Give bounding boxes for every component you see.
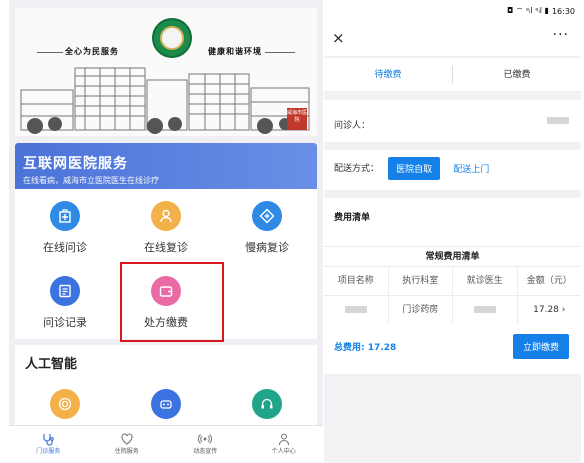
table-header: 执行科室 xyxy=(389,267,453,295)
doctor-name-redacted xyxy=(453,296,518,324)
highlight-box xyxy=(120,262,224,342)
slogan-right: 健康和谐环境 xyxy=(208,46,262,56)
bottom-tabbar: 门诊服务 住院服务 动态宣传 个人中心 xyxy=(9,425,323,463)
stethoscope-icon xyxy=(43,434,55,446)
patient-name-redacted xyxy=(547,117,569,124)
cell-dept: 门诊药房 xyxy=(389,296,453,324)
broadcast-icon xyxy=(198,434,213,444)
total-fee: 总费用: 17.28 xyxy=(334,340,396,353)
headset-icon xyxy=(252,389,282,419)
status-bar: ◘ ⌔ ᵃᵢl ᵃᵢl ▮ 16:30 xyxy=(324,0,581,22)
ai-title: 人工智能 xyxy=(25,357,78,372)
tab-label: 个人中心 xyxy=(271,448,296,455)
tab-paid[interactable]: 已缴费 xyxy=(453,58,581,91)
tab-news[interactable]: 动态宣传 xyxy=(166,426,245,463)
target-icon xyxy=(50,389,80,419)
total-label: 总费用: xyxy=(334,343,365,353)
payment-tabs: 待缴费 已缴费 xyxy=(324,58,581,92)
service-label: 慢病复诊 xyxy=(245,241,289,254)
hospital-logo xyxy=(152,18,192,58)
tab-label: 动态宣传 xyxy=(193,448,218,455)
service-subtitle: 在线看病，威海市立医院医生在线诊疗 xyxy=(23,176,159,185)
record-icon xyxy=(50,276,80,306)
cross-diamond-icon xyxy=(252,201,282,231)
chevron-right-icon: › xyxy=(561,305,566,315)
close-icon[interactable]: × xyxy=(332,29,345,47)
service-online-revisit[interactable]: 在线复诊 xyxy=(116,201,216,255)
tab-personal[interactable]: 个人中心 xyxy=(245,426,324,463)
left-phone-screen: 全心为民服务 健康和谐环境 威海市医院 互联网医院服务 在线看病，威海市立医院医… xyxy=(9,0,323,463)
service-label: 在线问诊 xyxy=(43,241,87,254)
ai-card: 人工智能 xyxy=(15,345,317,425)
nav-bar: × ··· xyxy=(324,22,581,56)
tab-outpatient[interactable]: 门诊服务 xyxy=(9,426,88,463)
service-consult-records[interactable]: 问诊记录 xyxy=(15,276,115,330)
ai-item-headset[interactable] xyxy=(217,389,317,419)
hospital-plus-icon xyxy=(50,201,80,231)
table-header-row: 项目名称 执行科室 就诊医生 金额（元） xyxy=(324,266,581,295)
status-time: 16:30 xyxy=(551,6,575,16)
tab-label: 门诊服务 xyxy=(36,448,61,455)
doctor-icon xyxy=(151,201,181,231)
hospital-building-drawing xyxy=(20,67,310,134)
slogan-line xyxy=(37,52,63,53)
fee-table: 项目名称 执行科室 就诊医生 金额（元） 门诊药房 17.28 › xyxy=(324,266,581,324)
delivery-option-shipping[interactable]: 配送上门 xyxy=(453,165,489,175)
table-row[interactable]: 门诊药房 17.28 › xyxy=(324,295,581,324)
right-phone-screen: ◘ ⌔ ᵃᵢl ᵃᵢl ▮ 16:30 × ··· 待缴费 已缴费 问诊人： 配… xyxy=(324,0,581,463)
tab-label: 住院服务 xyxy=(114,448,139,455)
slogan-left: 全心为民服务 xyxy=(65,46,119,56)
table-header: 金额（元） xyxy=(526,276,572,286)
service-chronic-revisit[interactable]: 慢病复诊 xyxy=(217,201,317,255)
table-caption: 常规费用清单 xyxy=(324,246,581,267)
ai-item-target[interactable] xyxy=(15,389,115,419)
delivery-row: 配送方式： 医院自取 配送上门 xyxy=(324,150,581,190)
delivery-option-pickup[interactable]: 医院自取 xyxy=(388,157,441,180)
tab-inpatient[interactable]: 住院服务 xyxy=(88,426,167,463)
service-header: 互联网医院服务 在线看病，威海市立医院医生在线诊疗 xyxy=(15,143,317,189)
cell-amount: 17.28 › xyxy=(533,305,566,315)
service-label: 问诊记录 xyxy=(43,316,87,329)
pay-now-button[interactable]: 立即缴费 xyxy=(512,334,569,359)
table-header: 项目名称 xyxy=(324,267,389,295)
heart-icon xyxy=(121,433,133,445)
patient-row: 问诊人： xyxy=(324,100,581,142)
service-label: 在线复诊 xyxy=(144,241,188,254)
service-title: 互联网医院服务 xyxy=(23,156,128,172)
red-seal-stamp: 威海市医院 xyxy=(287,108,307,130)
slogan-line xyxy=(265,52,295,53)
service-online-consult[interactable]: 在线问诊 xyxy=(15,201,115,255)
hospital-banner: 全心为民服务 健康和谐环境 威海市医院 xyxy=(15,8,317,136)
total-value: 17.28 xyxy=(367,343,397,353)
delivery-label: 配送方式： xyxy=(334,164,380,174)
status-icons: ◘ ⌔ ᵃᵢl ᵃᵢl ▮ xyxy=(506,6,549,15)
patient-label: 问诊人： xyxy=(334,121,371,131)
person-icon xyxy=(278,433,289,446)
ai-item-robot[interactable] xyxy=(116,389,216,419)
fee-list-card: 费用清单 常规费用清单 项目名称 执行科室 就诊医生 金额（元） 门诊药房 17… xyxy=(324,198,581,374)
fee-list-title: 费用清单 xyxy=(334,213,371,223)
item-name-redacted xyxy=(324,296,389,324)
more-menu-icon[interactable]: ··· xyxy=(553,27,569,43)
tab-pending-payment[interactable]: 待缴费 xyxy=(324,58,452,91)
table-header: 就诊医生 xyxy=(453,267,518,295)
robot-icon xyxy=(151,389,181,419)
